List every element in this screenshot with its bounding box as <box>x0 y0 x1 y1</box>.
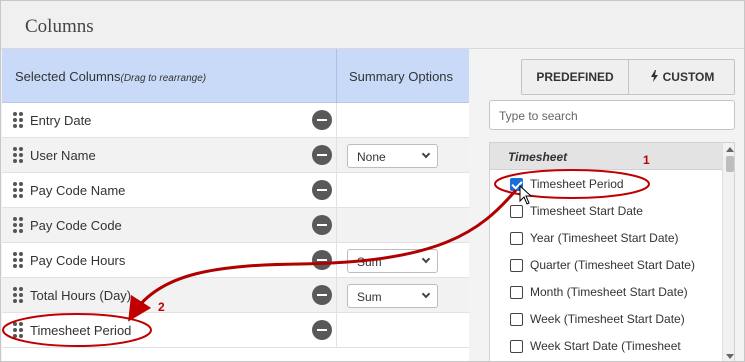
group-label: Timesheet <box>508 150 568 164</box>
column-label: Entry Date <box>30 113 92 128</box>
summary-cell <box>336 208 469 242</box>
drag-handle-icon[interactable] <box>13 112 25 128</box>
step-number-2: 2 <box>158 300 165 314</box>
summary-cell <box>336 103 469 137</box>
drag-handle-icon[interactable] <box>13 252 25 268</box>
remove-column-icon[interactable] <box>312 110 332 130</box>
group-header: Timesheet <box>490 143 722 170</box>
drag-handle-icon[interactable] <box>13 182 25 198</box>
scroll-up-icon[interactable] <box>726 147 734 152</box>
summary-select-value: None <box>357 150 386 164</box>
custom-button-label: CUSTOM <box>662 70 715 84</box>
column-divider <box>336 49 337 103</box>
summary-options-header: Summary Options <box>349 69 454 84</box>
column-list: Timesheet Timesheet Period Timesheet Sta… <box>489 142 735 362</box>
column-label: Timesheet Period <box>30 323 132 338</box>
column-cell: Pay Code Name <box>2 173 336 207</box>
summary-cell: Sum <box>336 278 469 312</box>
column-label: Pay Code Code <box>30 218 122 233</box>
table-row[interactable]: Pay Code Name <box>2 173 469 208</box>
remove-column-icon[interactable] <box>312 250 332 270</box>
chevron-down-icon <box>421 289 431 299</box>
checkbox[interactable] <box>510 286 523 299</box>
summary-select-value: Sum <box>357 255 382 269</box>
list-item[interactable]: Quarter (Timesheet Start Date) <box>490 252 722 279</box>
remove-column-icon[interactable] <box>312 320 332 340</box>
remove-column-icon[interactable] <box>312 285 332 305</box>
drag-handle-icon[interactable] <box>13 322 25 338</box>
title-bar: Columns <box>1 1 744 49</box>
list-item-label: Week (Timesheet Start Date) <box>530 312 685 326</box>
column-label: User Name <box>30 148 96 163</box>
custom-button[interactable]: CUSTOM <box>629 60 734 94</box>
list-item-label: Timesheet Period <box>530 177 624 191</box>
column-label: Total Hours (Day) <box>30 288 132 303</box>
remove-column-icon[interactable] <box>312 180 332 200</box>
checkbox[interactable] <box>510 340 523 353</box>
list-item-label: Year (Timesheet Start Date) <box>530 231 679 245</box>
step-number-1: 1 <box>643 153 650 167</box>
chevron-down-icon <box>421 254 431 264</box>
selected-columns-table: Selected Columns(Drag to rearrange) Summ… <box>2 49 469 362</box>
remove-column-icon[interactable] <box>312 215 332 235</box>
list-item[interactable]: Week Start Date (Timesheet <box>490 333 722 360</box>
column-cell: Pay Code Code <box>2 208 336 242</box>
column-cell: Timesheet Period <box>2 313 336 347</box>
drag-handle-icon[interactable] <box>13 147 25 163</box>
available-columns-panel: PREDEFINED CUSTOM Type to search Timeshe… <box>470 49 744 362</box>
checkbox[interactable] <box>510 232 523 245</box>
chevron-down-icon <box>421 149 431 159</box>
list-item[interactable]: Week (Timesheet Start Date) <box>490 306 722 333</box>
table-row[interactable]: Pay Code Code <box>2 208 469 243</box>
scroll-thumb[interactable] <box>726 156 734 172</box>
summary-select[interactable]: Sum <box>347 249 438 273</box>
summary-select[interactable]: Sum <box>347 284 438 308</box>
table-row[interactable]: Timesheet Period <box>2 313 469 348</box>
column-cell: Total Hours (Day) <box>2 278 336 312</box>
table-row[interactable]: User Name None <box>2 138 469 173</box>
column-label: Pay Code Name <box>30 183 126 198</box>
summary-cell: None <box>336 138 469 172</box>
summary-cell <box>336 313 469 347</box>
list-item[interactable]: Month (Timesheet Start Date) <box>490 279 722 306</box>
list-item-label: Week Start Date (Timesheet <box>530 339 681 353</box>
summary-cell: Sum <box>336 243 469 277</box>
checkbox[interactable] <box>510 205 523 218</box>
drag-handle-icon[interactable] <box>13 217 25 233</box>
column-cell: Entry Date <box>2 103 336 137</box>
predefined-button[interactable]: PREDEFINED <box>522 60 629 94</box>
summary-select-value: Sum <box>357 290 382 304</box>
bolt-icon <box>650 70 658 82</box>
drag-handle-icon[interactable] <box>13 287 25 303</box>
search-placeholder: Type to search <box>499 109 578 123</box>
table-row[interactable]: Pay Code Hours Sum <box>2 243 469 278</box>
list-item-label: Month (Timesheet Start Date) <box>530 285 688 299</box>
list-item-label: Quarter (Timesheet Start Date) <box>530 258 695 272</box>
column-cell: User Name <box>2 138 336 172</box>
remove-column-icon[interactable] <box>312 145 332 165</box>
mouse-cursor-icon <box>519 185 533 205</box>
table-row[interactable]: Total Hours (Day) Sum <box>2 278 469 313</box>
search-input[interactable]: Type to search <box>489 100 735 130</box>
table-header: Selected Columns(Drag to rearrange) Summ… <box>2 49 469 103</box>
list-item[interactable]: Year (Timesheet Start Date) <box>490 225 722 252</box>
column-source-toggle: PREDEFINED CUSTOM <box>521 59 735 95</box>
summary-select[interactable]: None <box>347 144 438 168</box>
summary-cell <box>336 173 469 207</box>
scroll-down-icon[interactable] <box>726 354 734 359</box>
column-cell: Pay Code Hours <box>2 243 336 277</box>
list-item-label: Timesheet Start Date <box>530 204 643 218</box>
list-scrollbar[interactable] <box>722 143 734 362</box>
dialog-title: Columns <box>25 16 94 37</box>
table-row[interactable]: Entry Date <box>2 103 469 138</box>
checkbox[interactable] <box>510 313 523 326</box>
selected-columns-header: Selected Columns(Drag to rearrange) <box>15 69 207 84</box>
column-label: Pay Code Hours <box>30 253 126 268</box>
drag-hint: (Drag to rearrange) <box>120 73 207 84</box>
checkbox[interactable] <box>510 259 523 272</box>
